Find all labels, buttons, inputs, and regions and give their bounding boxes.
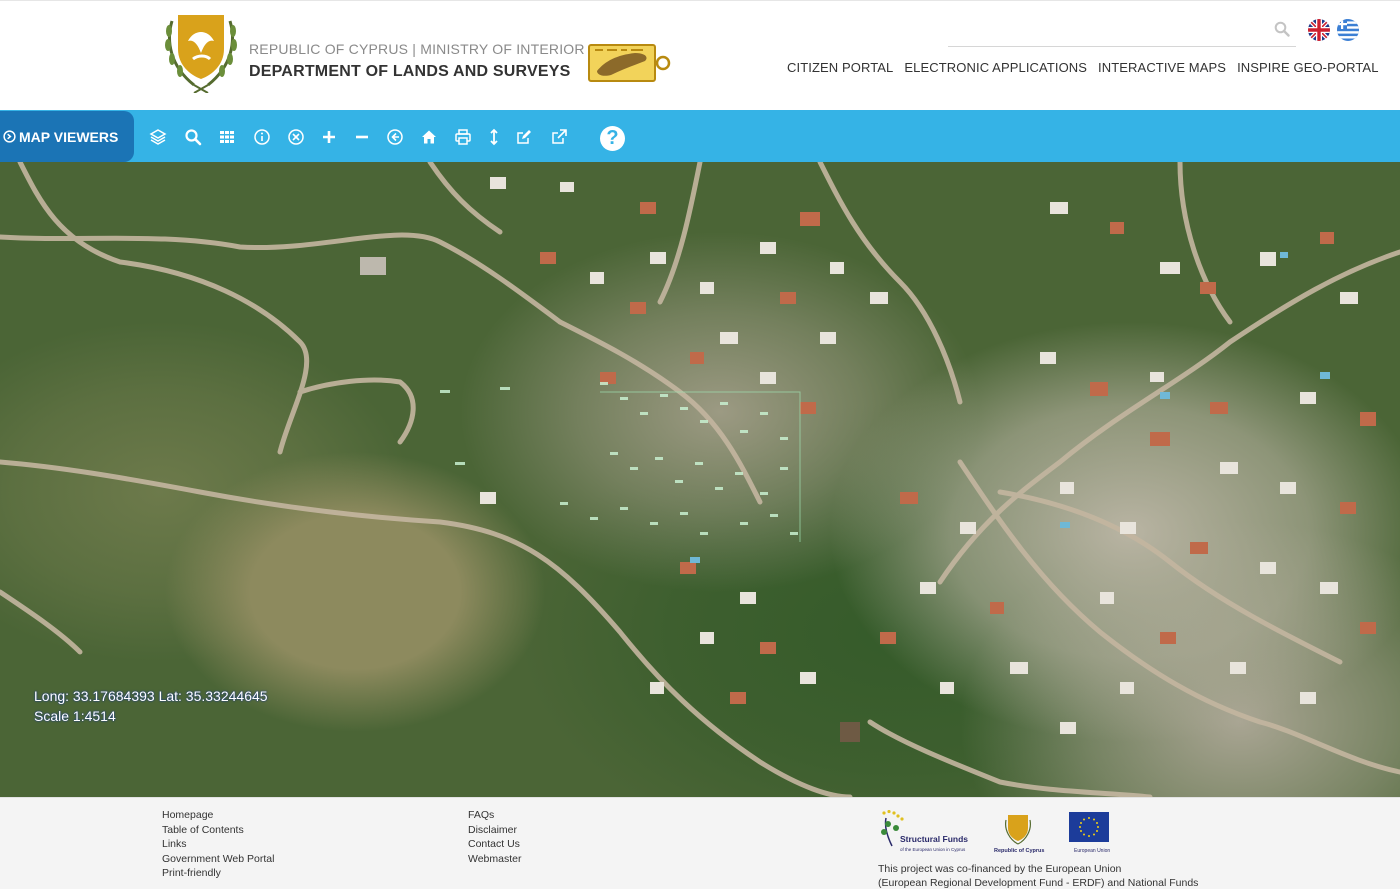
- cofinancing-note: This project was co-financed by the Euro…: [878, 862, 1198, 889]
- print-button[interactable]: [453, 127, 473, 147]
- nav-electronic-applications[interactable]: ELECTRONIC APPLICATIONS: [904, 60, 1087, 75]
- back-button[interactable]: [385, 127, 405, 147]
- layers-icon: [149, 129, 167, 145]
- footer-link-homepage[interactable]: Homepage: [162, 808, 274, 823]
- measure-icon: [490, 128, 498, 146]
- print-icon: [455, 129, 471, 145]
- map-toolbar: [0, 110, 1400, 162]
- republic-of-cyprus-logo: Republic of Cyprus: [994, 815, 1044, 854]
- zoom-in-button[interactable]: [319, 127, 339, 147]
- external-link-button[interactable]: [549, 127, 569, 147]
- footer-links-secondary: FAQs Disclaimer Contact Us Webmaster: [468, 808, 522, 866]
- footer-link-table-of-contents[interactable]: Table of Contents: [162, 823, 274, 838]
- english-language-flag-icon[interactable]: [1308, 19, 1330, 41]
- footer-link-government-web-portal[interactable]: Government Web Portal: [162, 852, 274, 867]
- grid-button[interactable]: [217, 127, 237, 147]
- edit-icon: [517, 130, 531, 144]
- info-icon: [254, 129, 270, 145]
- footer-links-primary: Homepage Table of Contents Links Governm…: [162, 808, 274, 881]
- department-title: DEPARTMENT OF LANDS AND SURVEYS: [249, 63, 571, 80]
- home-icon: [422, 130, 436, 144]
- home-button[interactable]: [419, 127, 439, 147]
- map-coordinates-readout: Long: 33.17684393 Lat: 35.33244645 Scale…: [34, 686, 268, 726]
- european-union-flag-logo: European Union: [1069, 812, 1110, 854]
- greek-language-flag-icon[interactable]: [1337, 19, 1359, 41]
- footer-link-links[interactable]: Links: [162, 837, 274, 852]
- edit-button[interactable]: [514, 127, 534, 147]
- zoom-in-icon: [323, 131, 335, 143]
- svg-text:Structural Funds: Structural Funds: [900, 834, 968, 844]
- satellite-map[interactable]: Long: 33.17684393 Lat: 35.33244645 Scale…: [0, 162, 1400, 797]
- zoom-out-icon: [356, 135, 368, 139]
- layers-button[interactable]: [148, 127, 168, 147]
- map-viewers-button[interactable]: MAP VIEWERS: [0, 111, 134, 162]
- svg-text:Republic of Cyprus: Republic of Cyprus: [994, 848, 1044, 854]
- nav-citizen-portal[interactable]: CITIZEN PORTAL: [787, 60, 893, 75]
- circle-plus-icon: [3, 130, 16, 143]
- nav-inspire-geo-portal[interactable]: INSPIRE GEO-PORTAL: [1237, 60, 1378, 75]
- nav-interactive-maps[interactable]: INTERACTIVE MAPS: [1098, 60, 1226, 75]
- measure-button[interactable]: [484, 127, 504, 147]
- main-navigation: CITIZEN PORTAL ELECTRONIC APPLICATIONS I…: [787, 60, 1379, 75]
- clear-button[interactable]: [286, 127, 306, 147]
- search-box[interactable]: [948, 15, 1296, 47]
- cofinancing-line-2: (European Regional Development Fund - ER…: [878, 877, 1199, 889]
- svg-text:of the European Union in Cypru: of the European Union in Cyprus: [900, 847, 966, 852]
- coordinates-text: Long: 33.17684393 Lat: 35.33244645: [34, 688, 268, 704]
- info-button[interactable]: [252, 127, 272, 147]
- cyprus-coat-of-arms-logo[interactable]: [160, 11, 242, 93]
- department-stamp-logo: [588, 44, 671, 82]
- funding-logos: Structural Funds of the European Union i…: [881, 810, 1110, 854]
- clear-icon: [288, 129, 304, 145]
- grid-icon: [220, 131, 234, 143]
- ministry-title: REPUBLIC OF CYPRUS | MINISTRY OF INTERIO…: [249, 41, 585, 57]
- site-header: REPUBLIC OF CYPRUS | MINISTRY OF INTERIO…: [0, 0, 1400, 100]
- search-icon: [185, 129, 202, 146]
- search-tool-button[interactable]: [183, 127, 203, 147]
- help-icon[interactable]: ?: [600, 126, 625, 151]
- back-icon: [387, 129, 403, 145]
- search-input[interactable]: [948, 15, 1268, 45]
- external-link-icon: [552, 129, 567, 144]
- footer-link-faqs[interactable]: FAQs: [468, 808, 522, 823]
- footer-link-print-friendly[interactable]: Print-friendly: [162, 866, 274, 881]
- footer-link-contact-us[interactable]: Contact Us: [468, 837, 522, 852]
- map-viewers-label: MAP VIEWERS: [19, 128, 119, 145]
- svg-text:European Union: European Union: [1074, 848, 1110, 854]
- cofinancing-line-1: This project was co-financed by the Euro…: [878, 863, 1122, 875]
- site-title: REPUBLIC OF CYPRUS | MINISTRY OF INTERIO…: [249, 41, 585, 81]
- zoom-out-button[interactable]: [352, 127, 372, 147]
- site-footer: Homepage Table of Contents Links Governm…: [0, 797, 1400, 889]
- scale-text: Scale 1:4514: [34, 708, 116, 724]
- structural-funds-logo: Structural Funds of the European Union i…: [881, 810, 968, 852]
- footer-link-webmaster[interactable]: Webmaster: [468, 852, 522, 867]
- search-icon[interactable]: [1274, 21, 1290, 37]
- footer-link-disclaimer[interactable]: Disclaimer: [468, 823, 522, 838]
